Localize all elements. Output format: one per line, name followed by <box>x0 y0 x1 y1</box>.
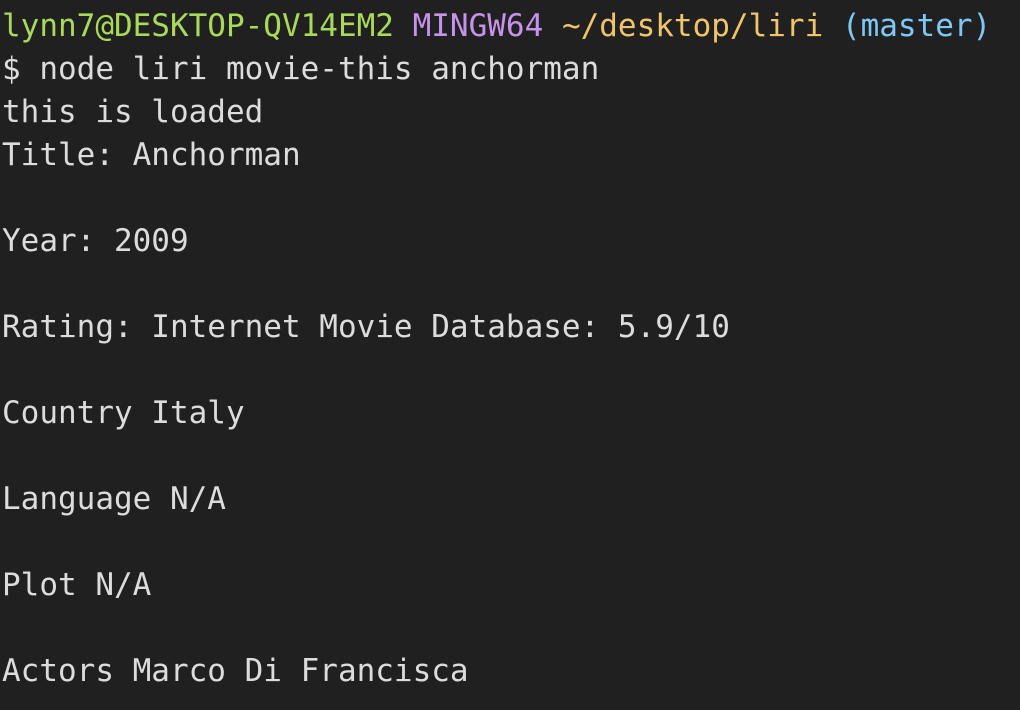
prompt-line: lynn7@DESKTOP-QV14EM2 MINGW64 ~/desktop/… <box>2 5 1020 48</box>
output-loaded: this is loaded <box>2 94 264 130</box>
output-rating: Rating: Internet Movie Database: 5.9/10 <box>2 309 730 345</box>
output-title: Title: Anchorman <box>2 137 301 173</box>
output-year: Year: 2009 <box>2 223 189 259</box>
output-language: Language N/A <box>2 481 226 517</box>
output-plot: Plot N/A <box>2 567 152 603</box>
output-actors: Actors Marco Di Francisca <box>2 653 469 689</box>
prompt-shell-name: MINGW64 <box>412 8 544 44</box>
prompt-path: ~/desktop/liri <box>561 8 824 44</box>
prompt-user-host: lynn7@DESKTOP-QV14EM2 <box>2 8 394 44</box>
command-line: $ node liri movie-this anchorman <box>2 51 600 87</box>
output-country: Country Italy <box>2 395 245 431</box>
terminal-window[interactable]: lynn7@DESKTOP-QV14EM2 MINGW64 ~/desktop/… <box>0 0 1020 710</box>
prompt-git-branch: (master) <box>841 8 992 44</box>
